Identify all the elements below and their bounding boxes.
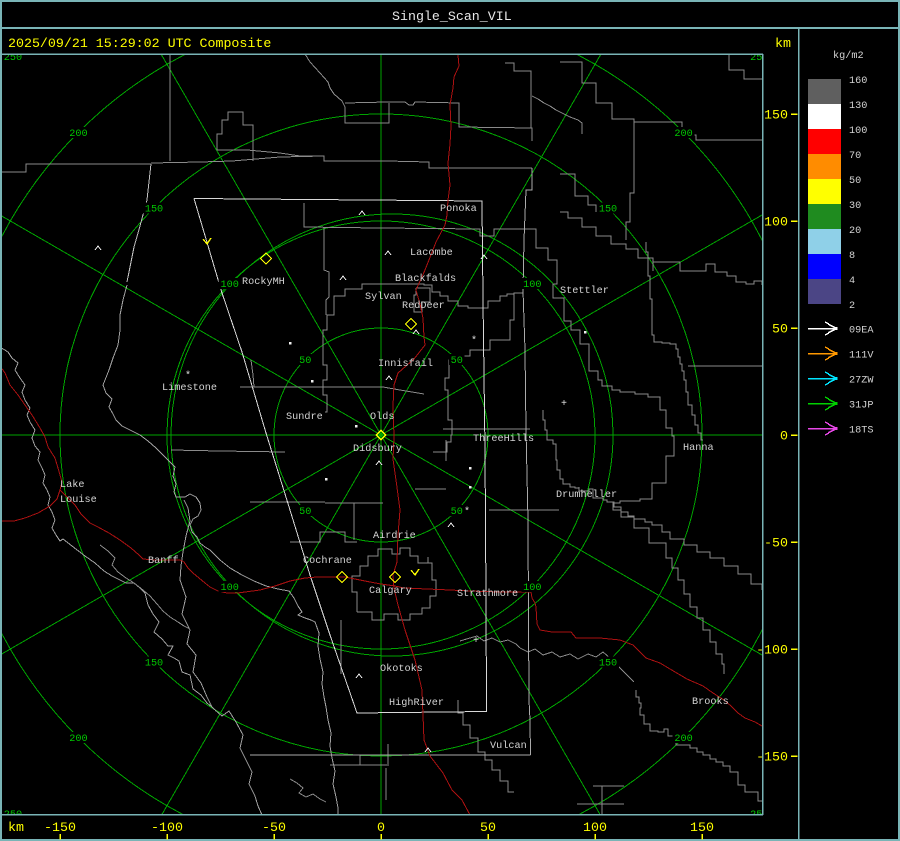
svg-text:2025/09/21 15:29:02 UTC Compos: 2025/09/21 15:29:02 UTC Composite bbox=[8, 36, 271, 51]
svg-text:160: 160 bbox=[849, 76, 867, 87]
svg-text:Cochrane: Cochrane bbox=[303, 555, 352, 567]
svg-text:Innisfail: Innisfail bbox=[378, 358, 433, 370]
svg-text:50: 50 bbox=[451, 507, 463, 518]
svg-text:HighRiver: HighRiver bbox=[389, 697, 444, 709]
svg-text:2: 2 bbox=[849, 301, 855, 312]
svg-text:Hanna: Hanna bbox=[683, 443, 714, 454]
svg-text:Okotoks: Okotoks bbox=[380, 663, 423, 675]
svg-text:Banff: Banff bbox=[148, 555, 179, 567]
svg-text:km: km bbox=[775, 36, 791, 51]
svg-text:100: 100 bbox=[523, 280, 541, 291]
svg-text:Sundre: Sundre bbox=[286, 411, 323, 423]
svg-text:50: 50 bbox=[480, 820, 496, 835]
svg-text:Limestone: Limestone bbox=[162, 382, 217, 394]
svg-text:8: 8 bbox=[849, 251, 855, 262]
svg-text:200: 200 bbox=[69, 734, 87, 745]
svg-text:50: 50 bbox=[772, 322, 788, 337]
svg-text:100: 100 bbox=[221, 583, 239, 594]
svg-text:+: + bbox=[561, 399, 567, 410]
svg-text:20: 20 bbox=[849, 226, 861, 237]
svg-text:100: 100 bbox=[523, 583, 541, 594]
svg-text:50: 50 bbox=[451, 356, 463, 367]
svg-text:-150: -150 bbox=[756, 750, 788, 765]
svg-text:50: 50 bbox=[299, 356, 311, 367]
svg-text:RedDeer: RedDeer bbox=[402, 300, 445, 312]
svg-text:*: * bbox=[464, 506, 470, 518]
svg-text:150: 150 bbox=[764, 108, 788, 123]
svg-text:50: 50 bbox=[299, 507, 311, 518]
svg-text:Calgary: Calgary bbox=[369, 585, 412, 597]
svg-text:ThreeHills: ThreeHills bbox=[473, 433, 534, 445]
svg-text:-50: -50 bbox=[262, 820, 286, 835]
svg-text:-50: -50 bbox=[764, 536, 788, 551]
svg-text:130: 130 bbox=[849, 101, 867, 112]
svg-text:4: 4 bbox=[849, 276, 855, 287]
svg-text:0: 0 bbox=[780, 429, 788, 444]
svg-text:Lacombe: Lacombe bbox=[410, 247, 453, 259]
svg-text:200: 200 bbox=[674, 129, 692, 140]
svg-text:200: 200 bbox=[69, 129, 87, 140]
svg-text:Ponoka: Ponoka bbox=[440, 203, 477, 215]
svg-text:Olds: Olds bbox=[370, 411, 394, 423]
svg-text:+: + bbox=[473, 636, 479, 647]
svg-text:Single_Scan_VIL: Single_Scan_VIL bbox=[392, 9, 512, 24]
svg-text:111V: 111V bbox=[849, 351, 874, 362]
svg-text:kg/m2: kg/m2 bbox=[833, 50, 864, 62]
svg-text:18TS: 18TS bbox=[849, 426, 873, 437]
svg-text:Louise: Louise bbox=[60, 494, 97, 506]
svg-text:Stettler: Stettler bbox=[560, 285, 609, 297]
svg-text:km: km bbox=[8, 820, 24, 835]
svg-text:150: 150 bbox=[145, 205, 163, 216]
svg-text:-100: -100 bbox=[756, 643, 788, 658]
svg-text:Sylvan: Sylvan bbox=[365, 291, 402, 303]
svg-text:70: 70 bbox=[849, 151, 861, 162]
svg-text:Airdrie: Airdrie bbox=[373, 530, 416, 542]
svg-text:0: 0 bbox=[377, 820, 385, 835]
svg-text:150: 150 bbox=[599, 659, 617, 670]
svg-text:Strathmore: Strathmore bbox=[457, 588, 518, 600]
svg-text:100: 100 bbox=[583, 820, 607, 835]
svg-text:30: 30 bbox=[849, 201, 861, 212]
svg-text:50: 50 bbox=[849, 176, 861, 187]
svg-text:Didsbury: Didsbury bbox=[353, 443, 402, 455]
svg-text:09EA: 09EA bbox=[849, 326, 874, 337]
svg-text:31JP: 31JP bbox=[849, 401, 873, 412]
svg-text:Vulcan: Vulcan bbox=[490, 740, 527, 752]
svg-text:-150: -150 bbox=[44, 820, 76, 835]
svg-text:Lake: Lake bbox=[60, 479, 84, 491]
svg-text:150: 150 bbox=[690, 820, 714, 835]
svg-text:Drumheller: Drumheller bbox=[556, 489, 617, 501]
svg-text:-100: -100 bbox=[151, 820, 183, 835]
svg-text:200: 200 bbox=[674, 734, 692, 745]
svg-text:150: 150 bbox=[145, 659, 163, 670]
svg-text:100: 100 bbox=[849, 126, 867, 137]
svg-text:Blackfalds: Blackfalds bbox=[395, 273, 456, 285]
svg-text:100: 100 bbox=[221, 280, 239, 291]
svg-text:RockyMH: RockyMH bbox=[242, 276, 285, 288]
svg-text:100: 100 bbox=[764, 215, 788, 230]
svg-text:150: 150 bbox=[599, 205, 617, 216]
svg-text:27ZW: 27ZW bbox=[849, 376, 874, 387]
svg-text:Brooks: Brooks bbox=[692, 696, 729, 708]
svg-text:*: * bbox=[471, 335, 477, 347]
svg-text:*: * bbox=[185, 370, 191, 382]
